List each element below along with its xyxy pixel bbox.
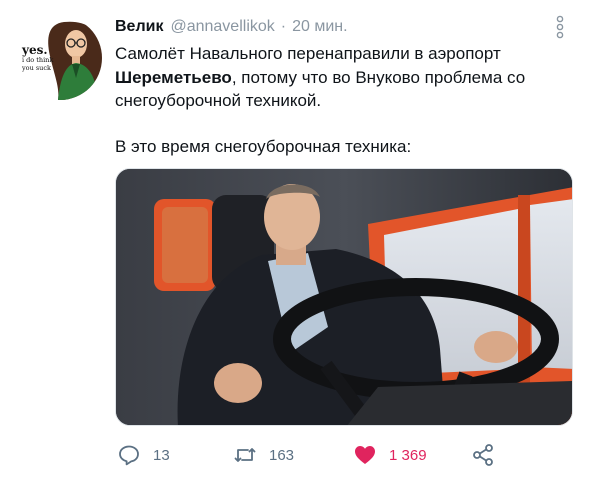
share-button[interactable] bbox=[471, 440, 495, 470]
retweet-button[interactable]: 163 bbox=[233, 440, 294, 470]
tweet-photo[interactable] bbox=[115, 168, 573, 426]
like-count: 1 369 bbox=[389, 446, 427, 464]
author-handle[interactable]: @annavellikok bbox=[170, 18, 274, 36]
retweet-count: 163 bbox=[269, 446, 295, 464]
heart-icon bbox=[355, 446, 375, 464]
tweet-text: Самолёт Навального перенаправили в аэроп… bbox=[115, 42, 575, 158]
photo-man-driving-truck bbox=[116, 169, 572, 425]
reply-button[interactable]: 13 bbox=[117, 440, 170, 470]
tweet-timestamp[interactable]: 20 мин. bbox=[292, 18, 347, 36]
tweet-text-bold: Шереметьево bbox=[115, 67, 232, 87]
avatar-caption-line-2: you suck bbox=[22, 63, 51, 72]
avatar[interactable]: yes. i do think you suck bbox=[18, 16, 102, 100]
like-button[interactable]: 1 369 bbox=[353, 440, 427, 470]
share-icon bbox=[473, 444, 493, 466]
tweet[interactable]: yes. i do think you suck Велик @annavell… bbox=[0, 0, 591, 487]
avatar-caption-big: yes. bbox=[22, 43, 48, 57]
reply-icon bbox=[119, 445, 139, 466]
header-separator: · bbox=[280, 18, 287, 35]
tweet-actions: 13 163 1 369 bbox=[115, 440, 575, 470]
reply-count: 13 bbox=[153, 446, 170, 464]
tweet-text-part: Самолёт Навального перенаправили в аэроп… bbox=[115, 44, 501, 63]
tweet-paragraph-2: В это время снегоуборочная техника: bbox=[115, 136, 412, 156]
tweet-paragraph-1: Самолёт Навального перенаправили в аэроп… bbox=[115, 42, 575, 113]
retweet-icon bbox=[234, 448, 256, 462]
author-display-name[interactable]: Велик bbox=[115, 18, 163, 36]
tweet-header: Велик @annavellikok · 20 мин. bbox=[115, 16, 348, 38]
more-vertical-icon[interactable] bbox=[553, 15, 567, 39]
avatar-caption: yes. i do think you suck bbox=[22, 44, 62, 71]
avatar-caption-line-1: i do think bbox=[22, 56, 54, 64]
